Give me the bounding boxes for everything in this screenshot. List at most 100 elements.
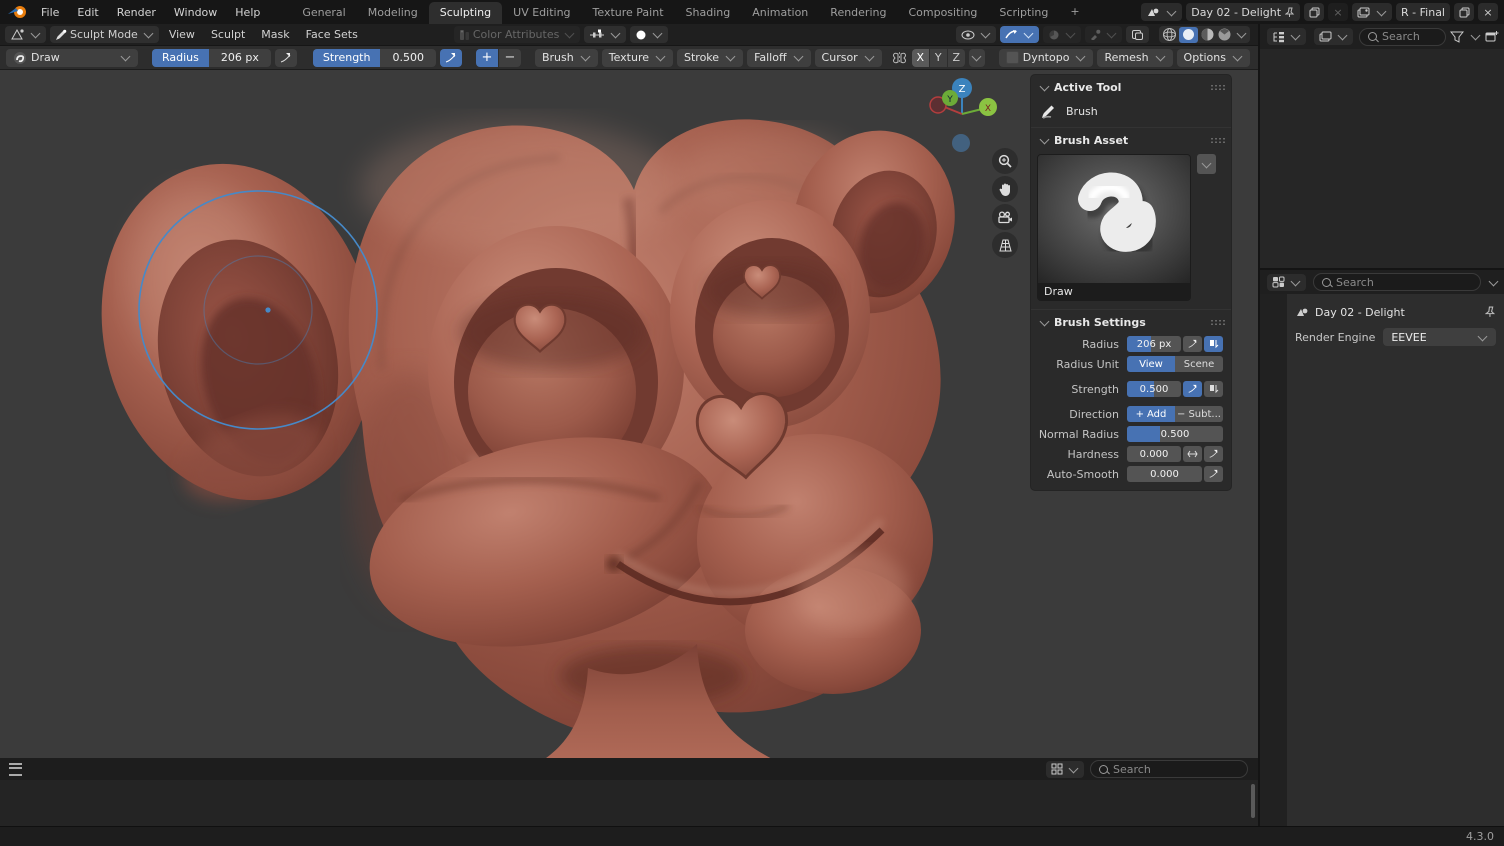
radius-unit-view[interactable]: View xyxy=(1127,356,1175,372)
toggle-ortho-button[interactable] xyxy=(992,232,1018,258)
workspace-tab-compositing[interactable]: Compositing xyxy=(897,2,988,24)
menu-file[interactable]: File xyxy=(32,0,68,24)
brush-asset-panel-header[interactable]: Brush Asset xyxy=(1031,127,1231,152)
menu-render[interactable]: Render xyxy=(108,0,165,24)
brush-asset-preview[interactable]: Draw xyxy=(1037,154,1191,301)
menu-help[interactable]: Help xyxy=(226,0,269,24)
direction-add[interactable]: +Add xyxy=(1127,406,1175,422)
viewport-menu-view[interactable]: View xyxy=(161,28,203,41)
strength-pressure-toggle[interactable] xyxy=(1183,381,1202,397)
workspace-tab-shading[interactable]: Shading xyxy=(675,2,742,24)
scene-selector[interactable] xyxy=(1141,3,1182,21)
wireframe-shading-icon[interactable] xyxy=(1162,27,1177,42)
mode-selector[interactable]: Sculpt Mode xyxy=(50,26,159,43)
menu-edit[interactable]: Edit xyxy=(68,0,107,24)
new-scene-button[interactable] xyxy=(1304,3,1324,21)
outliner-editor-type-button[interactable] xyxy=(1267,28,1306,45)
radius-unified-toggle[interactable] xyxy=(1204,336,1223,352)
add-workspace-button[interactable]: + xyxy=(1059,1,1090,23)
remove-view-layer-button[interactable]: × xyxy=(1478,3,1498,21)
pin-icon[interactable] xyxy=(1485,306,1496,318)
annotate-eyedropper-button[interactable] xyxy=(1085,26,1122,43)
viewport-menu-sculpt[interactable]: Sculpt xyxy=(203,28,253,41)
workspace-tab-rendering[interactable]: Rendering xyxy=(819,2,897,24)
workspace-tab-texture-paint[interactable]: Texture Paint xyxy=(582,2,675,24)
asset-shelf-menu-button[interactable] xyxy=(0,758,30,780)
workspace-tab-animation[interactable]: Animation xyxy=(741,2,819,24)
pin-icon[interactable] xyxy=(1285,7,1295,18)
scene-name-field[interactable]: Day 02 - Delight xyxy=(1186,3,1300,21)
new-view-layer-button[interactable] xyxy=(1454,3,1474,21)
snapping-button[interactable] xyxy=(1043,26,1081,43)
popover-cursor[interactable]: Cursor xyxy=(815,49,882,67)
direction-segmented[interactable]: +Add −Subt... xyxy=(1127,406,1223,422)
workspace-tab-scripting[interactable]: Scripting xyxy=(988,2,1059,24)
shelf-display-button[interactable] xyxy=(1046,761,1084,778)
normal-radius-slider[interactable]: 0.500 xyxy=(1127,426,1223,442)
navigation-gizmo[interactable]: Z Y X xyxy=(916,74,1008,152)
new-collection-button[interactable] xyxy=(1485,30,1499,43)
pan-button[interactable] xyxy=(992,176,1018,202)
direction-add-button[interactable]: + xyxy=(476,49,498,67)
workspace-tab-sculpting[interactable]: Sculpting xyxy=(429,2,502,24)
zoom-button[interactable] xyxy=(992,148,1018,174)
brush-selector[interactable]: Draw xyxy=(6,49,138,67)
direction-subtract-button[interactable]: − xyxy=(499,49,521,67)
strength-unified-toggle[interactable] xyxy=(1204,381,1223,397)
blender-logo-icon[interactable] xyxy=(6,4,32,20)
view-layer-selector[interactable] xyxy=(1352,3,1392,21)
dyntopo-checkbox[interactable] xyxy=(1006,51,1019,64)
viewport-menu-face-sets[interactable]: Face Sets xyxy=(298,28,366,41)
remesh-popover[interactable]: Remesh xyxy=(1097,49,1172,67)
mirror-z-toggle[interactable]: Z xyxy=(948,49,965,67)
material-shading-icon[interactable] xyxy=(1200,27,1215,42)
hardness-invert-toggle[interactable] xyxy=(1183,446,1202,462)
workspace-tab-general[interactable]: General xyxy=(291,2,356,24)
hardness-pressure-toggle[interactable] xyxy=(1204,446,1223,462)
brush-settings-panel-header[interactable]: Brush Settings xyxy=(1031,309,1231,334)
brush-texture-popover[interactable] xyxy=(630,26,668,43)
properties-options-button[interactable] xyxy=(1489,276,1499,286)
solid-shading-button[interactable] xyxy=(1179,27,1198,43)
dyntopo-toggle[interactable]: Dyntopo xyxy=(999,49,1094,67)
mirror-x-toggle[interactable]: X xyxy=(912,49,929,67)
properties-search-input[interactable]: Search xyxy=(1313,273,1481,291)
properties-editor-type-button[interactable] xyxy=(1267,274,1306,291)
hardness-slider[interactable]: 0.000 xyxy=(1127,446,1181,462)
direction-subtract[interactable]: −Subt... xyxy=(1175,406,1223,422)
auto-smooth-slider[interactable]: 0.000 xyxy=(1127,466,1202,482)
mirror-options-button[interactable] xyxy=(969,49,985,67)
show-whole-scene-transparent-button[interactable] xyxy=(956,26,996,43)
viewport-menu-mask[interactable]: Mask xyxy=(253,28,297,41)
shelf-scrollbar[interactable] xyxy=(1251,784,1255,818)
popover-texture[interactable]: Texture xyxy=(602,49,673,67)
popover-falloff[interactable]: Falloff xyxy=(747,49,810,67)
options-popover[interactable]: Options xyxy=(1177,49,1250,67)
outliner-search-input[interactable]: Search xyxy=(1359,28,1446,46)
radius-unit-segmented[interactable]: View Scene xyxy=(1127,356,1223,372)
strength-slider[interactable]: Strength 0.500 xyxy=(313,49,436,67)
shelf-search-input[interactable]: Search xyxy=(1090,760,1248,778)
radius-slider[interactable]: Radius 206 px xyxy=(152,49,271,67)
radius-pressure-toggle[interactable] xyxy=(275,49,297,67)
camera-view-button[interactable] xyxy=(992,204,1018,230)
menu-window[interactable]: Window xyxy=(165,0,226,24)
overlays-button[interactable] xyxy=(1126,26,1149,43)
radius-unit-scene[interactable]: Scene xyxy=(1175,356,1223,372)
strength-slider[interactable]: 0.500 xyxy=(1127,381,1181,397)
strength-pressure-toggle[interactable] xyxy=(440,49,462,67)
filter-icon[interactable] xyxy=(1450,31,1464,43)
radius-pressure-toggle[interactable] xyxy=(1183,336,1202,352)
active-tool-panel-header[interactable]: Active Tool xyxy=(1031,75,1231,99)
radius-slider[interactable]: 206 px xyxy=(1127,336,1181,352)
mirror-y-toggle[interactable]: Y xyxy=(930,49,947,67)
rendered-shading-icon[interactable] xyxy=(1217,27,1232,42)
workspace-tab-modeling[interactable]: Modeling xyxy=(357,2,429,24)
brush-falloff-popover[interactable] xyxy=(584,26,626,43)
auto-smooth-pressure-toggle[interactable] xyxy=(1204,466,1223,482)
viewport-canvas[interactable]: Z Y X Active Tool xyxy=(0,70,1258,758)
popover-stroke[interactable]: Stroke xyxy=(677,49,743,67)
color-attributes-selector[interactable]: Color Attributes xyxy=(454,26,581,43)
render-engine-dropdown[interactable]: EEVEE xyxy=(1383,328,1496,346)
view-layer-name-field[interactable]: R - Final xyxy=(1396,3,1450,21)
